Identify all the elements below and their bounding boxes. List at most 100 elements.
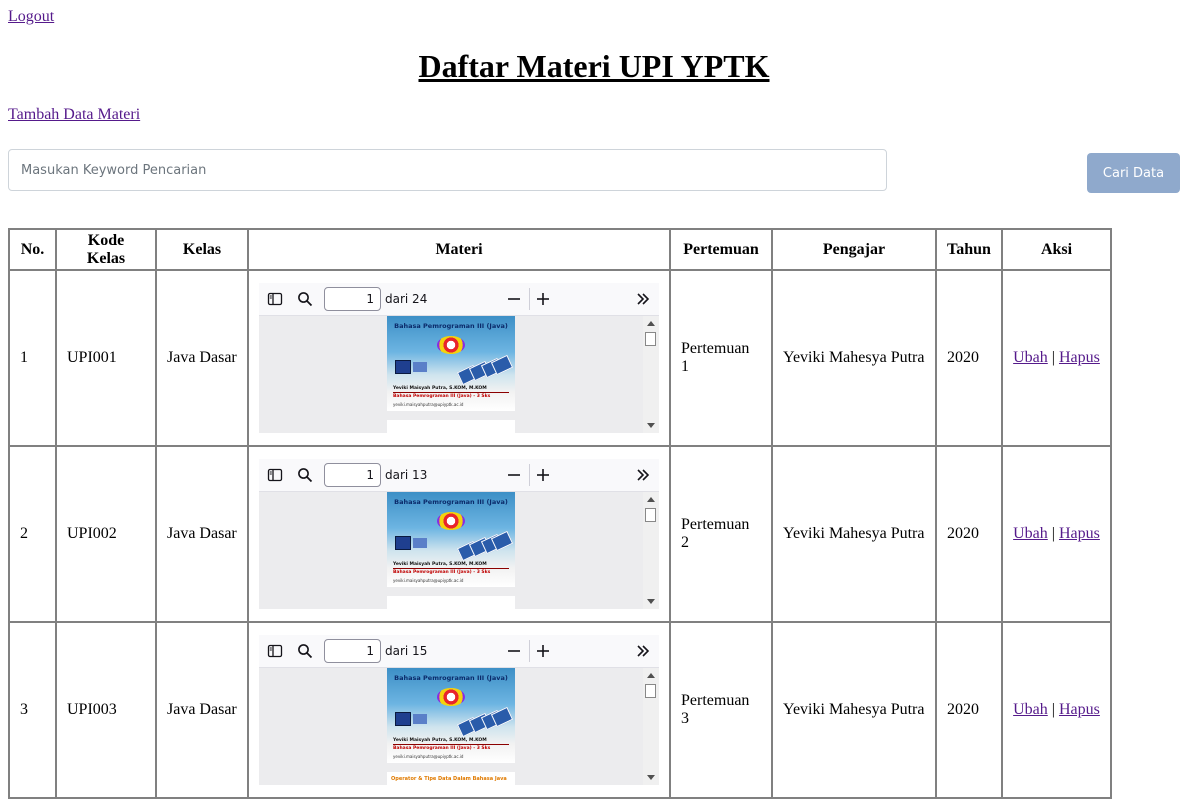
slide-subtitle: Bahasa Pemrograman III (Java) - 3 Sks <box>393 746 491 751</box>
more-tools-icon[interactable] <box>635 643 651 659</box>
page-title: Daftar Materi UPI YPTK <box>418 48 770 84</box>
scroll-up-arrow-icon[interactable] <box>647 321 655 326</box>
pdf-next-page <box>387 420 515 433</box>
pdf-page-area[interactable]: Bahasa Pemrograman III (Java) Yeviki Mai… <box>259 668 659 785</box>
scroll-down-arrow-icon[interactable] <box>647 423 655 428</box>
scroll-up-arrow-icon[interactable] <box>647 673 655 678</box>
toolbar-divider <box>529 464 530 486</box>
sidebar-toggle-icon[interactable] <box>267 467 283 483</box>
cell-pengajar: Yeviki Mahesya Putra <box>772 270 936 446</box>
toolbar-divider <box>529 288 530 310</box>
slide-title: Bahasa Pemrograman III (Java) <box>394 674 508 682</box>
cell-materi: 1 dari 13 Bahasa Pemrograman III (Java) … <box>248 446 670 622</box>
university-logo <box>437 688 465 706</box>
computer-image <box>413 538 427 548</box>
add-materi-link[interactable]: Tambah Data Materi <box>8 106 140 124</box>
sidebar-toggle-icon[interactable] <box>267 291 283 307</box>
table-row: 2 UPI002 Java Dasar 1 dari 13 Bahasa Pem… <box>9 446 1111 622</box>
zoom-in-icon[interactable] <box>535 467 551 483</box>
computer-image <box>395 360 411 374</box>
pdf-toolbar: 1 dari 24 <box>259 283 659 316</box>
zoom-in-icon[interactable] <box>535 291 551 307</box>
slide-divider <box>393 392 509 393</box>
delete-link[interactable]: Hapus <box>1059 525 1100 542</box>
slide-title: Bahasa Pemrograman III (Java) <box>394 498 508 506</box>
pdf-viewer[interactable]: 1 dari 13 Bahasa Pemrograman III (Java) … <box>259 459 659 609</box>
search-icon[interactable] <box>297 643 313 659</box>
cell-kode-kelas: UPI002 <box>56 446 156 622</box>
more-tools-icon[interactable] <box>635 291 651 307</box>
search-input[interactable] <box>8 149 887 191</box>
zoom-out-icon[interactable] <box>506 467 522 483</box>
slide-divider <box>393 568 509 569</box>
search-icon[interactable] <box>297 467 313 483</box>
cell-aksi: Ubah | Hapus <box>1002 270 1111 446</box>
pdf-page-area[interactable]: Bahasa Pemrograman III (Java) Yeviki Mai… <box>259 492 659 609</box>
page-total-label: dari 15 <box>385 644 428 658</box>
cell-pengajar: Yeviki Mahesya Putra <box>772 446 936 622</box>
university-logo <box>437 336 465 354</box>
zoom-out-icon[interactable] <box>506 291 522 307</box>
logout-link[interactable]: Logout <box>8 8 54 26</box>
pdf-page-area[interactable]: Bahasa Pemrograman III (Java) Yeviki Mai… <box>259 316 659 433</box>
page-number-input[interactable]: 1 <box>324 463 381 487</box>
sidebar-toggle-icon[interactable] <box>267 643 283 659</box>
slide-author: Yeviki Maisyah Putra, S.KOM, M.KOM <box>393 562 487 567</box>
pdf-scrollbar[interactable] <box>643 668 659 785</box>
slide-subtitle: Bahasa Pemrograman III (Java) - 3 Sks <box>393 394 491 399</box>
cell-kode-kelas: UPI001 <box>56 270 156 446</box>
scroll-thumb[interactable] <box>645 508 656 522</box>
slide-title: Bahasa Pemrograman III (Java) <box>394 322 508 330</box>
header-no: No. <box>9 229 56 270</box>
computer-image <box>413 362 427 372</box>
cell-pertemuan: Pertemuan 3 <box>670 622 772 798</box>
scroll-down-arrow-icon[interactable] <box>647 775 655 780</box>
pdf-scrollbar[interactable] <box>643 316 659 433</box>
materi-table: No. Kode Kelas Kelas Materi Pertemuan Pe… <box>8 228 1112 799</box>
page-number-input[interactable]: 1 <box>324 639 381 663</box>
pdf-viewer[interactable]: 1 dari 24 Bahasa Pemrograman III (Java) … <box>259 283 659 433</box>
zoom-out-icon[interactable] <box>506 643 522 659</box>
cell-aksi: Ubah | Hapus <box>1002 446 1111 622</box>
pdf-toolbar: 1 dari 13 <box>259 459 659 492</box>
edit-link[interactable]: Ubah <box>1013 349 1048 366</box>
zoom-in-icon[interactable] <box>535 643 551 659</box>
cell-tahun: 2020 <box>936 446 1002 622</box>
scroll-thumb[interactable] <box>645 684 656 698</box>
cell-no: 1 <box>9 270 56 446</box>
scroll-thumb[interactable] <box>645 332 656 346</box>
table-header-row: No. Kode Kelas Kelas Materi Pertemuan Pe… <box>9 229 1111 270</box>
university-logo <box>437 512 465 530</box>
delete-link[interactable]: Hapus <box>1059 701 1100 718</box>
cell-pertemuan: Pertemuan 1 <box>670 270 772 446</box>
cell-no: 3 <box>9 622 56 798</box>
delete-link[interactable]: Hapus <box>1059 349 1100 366</box>
edit-link[interactable]: Ubah <box>1013 701 1048 718</box>
pdf-viewer[interactable]: 1 dari 15 Bahasa Pemrograman III (Java) … <box>259 635 659 785</box>
slide-author: Yeviki Maisyah Putra, S.KOM, M.KOM <box>393 386 487 391</box>
cell-tahun: 2020 <box>936 270 1002 446</box>
next-page-heading: Operator & Tipe Data Dalam Bahasa Java <box>391 776 507 782</box>
more-tools-icon[interactable] <box>635 467 651 483</box>
slide-author: Yeviki Maisyah Putra, S.KOM, M.KOM <box>393 738 487 743</box>
cell-materi: 1 dari 24 Bahasa Pemrograman III (Java) … <box>248 270 670 446</box>
header-pengajar: Pengajar <box>772 229 936 270</box>
edit-link[interactable]: Ubah <box>1013 525 1048 542</box>
scroll-down-arrow-icon[interactable] <box>647 599 655 604</box>
slide-email: yeviki.maisyahputra@upiyptk.ac.id <box>393 402 464 407</box>
header-tahun: Tahun <box>936 229 1002 270</box>
pdf-page-thumbnail: Bahasa Pemrograman III (Java) Yeviki Mai… <box>387 316 515 411</box>
pdf-next-page <box>387 596 515 609</box>
cell-kelas: Java Dasar <box>156 270 248 446</box>
search-button[interactable]: Cari Data <box>1087 153 1180 193</box>
pdf-scrollbar[interactable] <box>643 492 659 609</box>
pdf-page-thumbnail: Bahasa Pemrograman III (Java) Yeviki Mai… <box>387 492 515 587</box>
search-icon[interactable] <box>297 291 313 307</box>
page-number-input[interactable]: 1 <box>324 287 381 311</box>
action-separator: | <box>1051 525 1055 542</box>
page-total-label: dari 24 <box>385 292 428 306</box>
header-aksi: Aksi <box>1002 229 1111 270</box>
pdf-next-page: Operator & Tipe Data Dalam Bahasa Java <box>387 772 515 785</box>
scroll-up-arrow-icon[interactable] <box>647 497 655 502</box>
cell-no: 2 <box>9 446 56 622</box>
